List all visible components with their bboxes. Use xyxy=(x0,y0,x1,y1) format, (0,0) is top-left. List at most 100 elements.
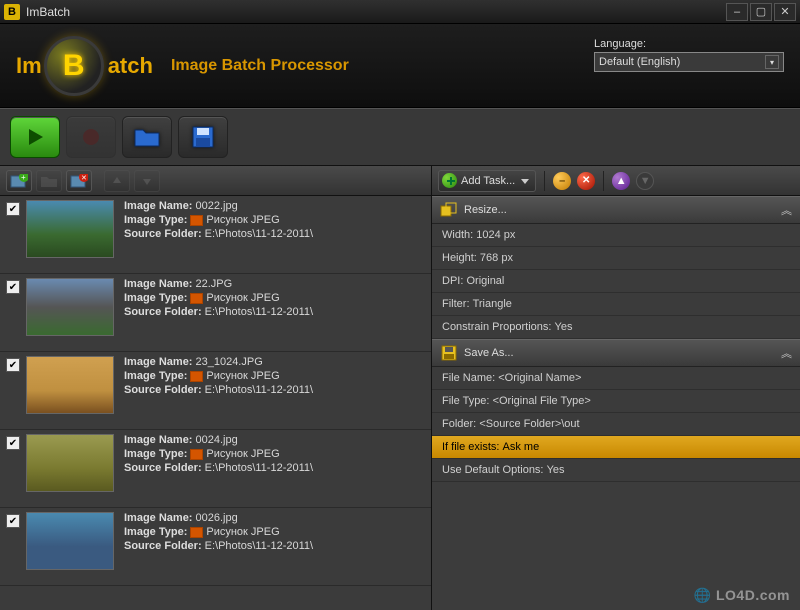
image-type: Рисунок JPEG xyxy=(206,526,279,538)
param-label: DPI: xyxy=(442,275,463,287)
image-checkbox[interactable]: ✔ xyxy=(6,358,20,372)
param-value: <Source Folder>\out xyxy=(479,418,579,430)
param-value: Yes xyxy=(555,321,573,333)
image-name: 0024.jpg xyxy=(195,434,237,446)
param-value: 1024 px xyxy=(476,229,515,241)
save-button[interactable] xyxy=(178,116,228,158)
task-param[interactable]: Use Default Options: Yes xyxy=(432,459,800,482)
open-folder-button[interactable] xyxy=(122,116,172,158)
param-label: Folder: xyxy=(442,418,476,430)
app-icon: B xyxy=(4,4,20,20)
type-label: Image Type: xyxy=(124,292,187,304)
image-row[interactable]: ✔ Image Name: 0022.jpg Image Type: Рисун… xyxy=(0,196,431,274)
image-type: Рисунок JPEG xyxy=(206,214,279,226)
image-type: Рисунок JPEG xyxy=(206,448,279,460)
task-param[interactable]: DPI: Original xyxy=(432,270,800,293)
task-param[interactable]: Constrain Proportions: Yes xyxy=(432,316,800,339)
image-name: 0026.jpg xyxy=(195,512,237,524)
task-param[interactable]: If file exists: Ask me xyxy=(432,436,800,459)
language-selector: Language: Default (English) ▾ xyxy=(594,38,784,72)
task-param[interactable]: Height: 768 px xyxy=(432,247,800,270)
image-list[interactable]: ✔ Image Name: 0022.jpg Image Type: Рисун… xyxy=(0,196,431,610)
param-label: Use Default Options: xyxy=(442,464,544,476)
name-label: Image Name: xyxy=(124,356,192,368)
type-label: Image Type: xyxy=(124,448,187,460)
maximize-button[interactable]: ▢ xyxy=(750,3,772,21)
chevron-down-icon: ▾ xyxy=(765,55,779,69)
remove-task-button[interactable]: – xyxy=(553,172,571,190)
image-folder: E:\Photos\11-12-2011\ xyxy=(205,228,313,240)
image-meta: Image Name: 0022.jpg Image Type: Рисунок… xyxy=(124,200,425,269)
param-value: Original xyxy=(466,275,504,287)
image-thumbnail xyxy=(26,278,114,336)
jpeg-icon xyxy=(190,293,203,304)
task-param[interactable]: File Name: <Original Name> xyxy=(432,367,800,390)
task-sections: Resize... ︽ Width: 1024 pxHeight: 768 px… xyxy=(432,196,800,482)
image-checkbox[interactable]: ✔ xyxy=(6,202,20,216)
add-task-label: Add Task... xyxy=(461,175,515,187)
image-checkbox[interactable]: ✔ xyxy=(6,514,20,528)
jpeg-icon xyxy=(190,215,203,226)
logo-subtitle: Image Batch Processor xyxy=(171,57,349,75)
image-row[interactable]: ✔ Image Name: 23_1024.JPG Image Type: Ри… xyxy=(0,352,431,430)
type-label: Image Type: xyxy=(124,526,187,538)
clear-tasks-button[interactable]: ✕ xyxy=(577,172,595,190)
folder-label: Source Folder: xyxy=(124,462,202,474)
move-down-button xyxy=(134,170,160,192)
resize-section-header[interactable]: Resize... ︽ xyxy=(432,196,800,224)
logo-circle: B xyxy=(44,36,104,96)
chevron-down-icon xyxy=(521,177,529,185)
main-toolbar xyxy=(0,108,800,166)
param-value: Ask me xyxy=(503,441,540,453)
close-button[interactable]: ✕ xyxy=(774,3,796,21)
title-bar: B ImBatch – ▢ ✕ xyxy=(0,0,800,24)
image-folder: E:\Photos\11-12-2011\ xyxy=(205,306,313,318)
language-value: Default (English) xyxy=(599,56,680,68)
image-folder: E:\Photos\11-12-2011\ xyxy=(205,540,313,552)
image-folder: E:\Photos\11-12-2011\ xyxy=(205,384,313,396)
run-button[interactable] xyxy=(10,116,60,158)
param-value: <Original Name> xyxy=(498,372,581,384)
jpeg-icon xyxy=(190,527,203,538)
add-image-button[interactable]: + xyxy=(6,170,32,192)
param-label: Height: xyxy=(442,252,477,264)
add-folder-button xyxy=(36,170,62,192)
task-down-button: ▼ xyxy=(636,172,654,190)
resize-icon xyxy=(440,201,458,219)
param-label: Constrain Proportions: xyxy=(442,321,551,333)
move-up-button xyxy=(104,170,130,192)
save-icon xyxy=(440,344,458,362)
name-label: Image Name: xyxy=(124,434,192,446)
image-checkbox[interactable]: ✔ xyxy=(6,436,20,450)
add-task-button[interactable]: Add Task... xyxy=(438,170,536,192)
image-row[interactable]: ✔ Image Name: 0024.jpg Image Type: Рисун… xyxy=(0,430,431,508)
image-meta: Image Name: 0026.jpg Image Type: Рисунок… xyxy=(124,512,425,581)
image-row[interactable]: ✔ Image Name: 22.JPG Image Type: Рисунок… xyxy=(0,274,431,352)
image-thumbnail xyxy=(26,356,114,414)
task-up-button[interactable]: ▲ xyxy=(612,172,630,190)
task-toolbar: Add Task... – ✕ ▲ ▼ xyxy=(432,166,800,196)
minimize-button[interactable]: – xyxy=(726,3,748,21)
param-label: File Name: xyxy=(442,372,495,384)
task-param[interactable]: Filter: Triangle xyxy=(432,293,800,316)
param-value: <Original File Type> xyxy=(493,395,591,407)
image-meta: Image Name: 0024.jpg Image Type: Рисунок… xyxy=(124,434,425,503)
image-thumbnail xyxy=(26,200,114,258)
param-label: Filter: xyxy=(442,298,470,310)
remove-image-button[interactable]: ✕ xyxy=(66,170,92,192)
task-param[interactable]: File Type: <Original File Type> xyxy=(432,390,800,413)
folder-label: Source Folder: xyxy=(124,384,202,396)
logo: Im B atch Image Batch Processor xyxy=(16,36,349,96)
collapse-icon: ︽ xyxy=(781,202,792,218)
saveas-title: Save As... xyxy=(464,347,514,359)
language-dropdown[interactable]: Default (English) ▾ xyxy=(594,52,784,72)
task-param[interactable]: Width: 1024 px xyxy=(432,224,800,247)
image-meta: Image Name: 22.JPG Image Type: Рисунок J… xyxy=(124,278,425,347)
image-checkbox[interactable]: ✔ xyxy=(6,280,20,294)
image-name: 23_1024.JPG xyxy=(195,356,262,368)
logo-text-im: Im xyxy=(16,53,42,79)
image-row[interactable]: ✔ Image Name: 0026.jpg Image Type: Рисун… xyxy=(0,508,431,586)
svg-text:+: + xyxy=(21,174,26,182)
task-param[interactable]: Folder: <Source Folder>\out xyxy=(432,413,800,436)
saveas-section-header[interactable]: Save As... ︽ xyxy=(432,339,800,367)
